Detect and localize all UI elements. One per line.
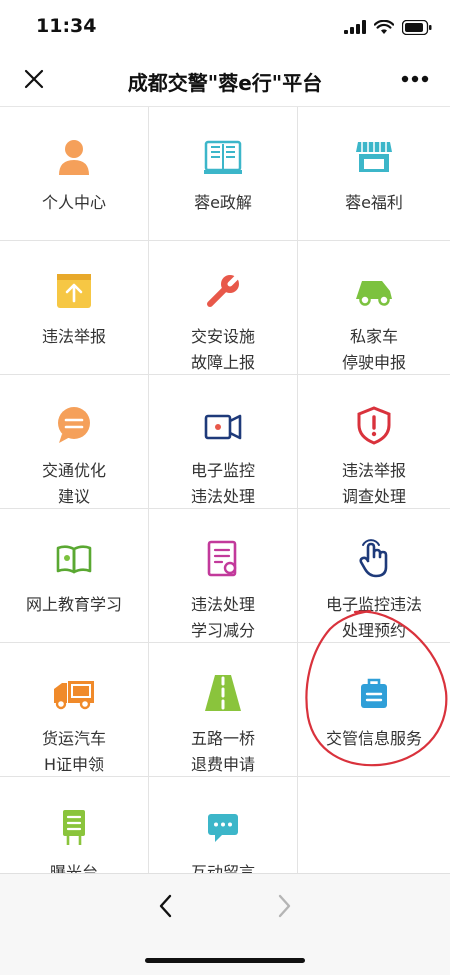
- grid-item-private-car[interactable]: 私家车 停驶申报: [298, 241, 450, 375]
- grid-item-label-2: 停驶申报: [341, 353, 406, 372]
- grid-item-label-2: 处理预约: [341, 621, 406, 640]
- grid-item-label: 五路一桥: [190, 729, 255, 748]
- grid-item-facility-fault[interactable]: 交安设施 故障上报: [149, 241, 298, 375]
- grid-item-label: 违法举报: [41, 327, 106, 346]
- camera-icon: [201, 403, 245, 447]
- grid-item-welfare[interactable]: 蓉e福利: [298, 107, 450, 241]
- bottom-toolbar: [0, 873, 450, 975]
- grid-item-report-investigation[interactable]: 违法举报 调查处理: [298, 375, 450, 509]
- grid-item-personal-center[interactable]: 个人中心: [0, 107, 149, 241]
- grid-item-label: 电子监控: [190, 461, 255, 480]
- hand-pointer-icon: [352, 537, 396, 581]
- truck-icon: [52, 671, 96, 715]
- open-book-icon: [201, 135, 245, 179]
- grid-item-label: 个人中心: [41, 193, 106, 212]
- signal-icon: [344, 20, 366, 34]
- reading-book-icon: [52, 537, 96, 581]
- chat-bubble-icon: [52, 403, 96, 447]
- road-icon: [201, 671, 245, 715]
- shop-icon: [352, 135, 396, 179]
- more-button[interactable]: [398, 65, 432, 93]
- grid-item-toll-refund[interactable]: 五路一桥 退费申请: [149, 643, 298, 777]
- service-grid: 个人中心 蓉e政解 蓉e福利 违法举报 交安设施 故障上报 私家车 停驶申报 交…: [0, 107, 450, 873]
- grid-item-label: 私家车: [349, 327, 398, 346]
- briefcase-icon: [352, 671, 396, 715]
- battery-icon: [402, 19, 432, 35]
- grid-item-label: 网上教育学习: [25, 595, 122, 614]
- grid-item-label-2: 建议: [57, 487, 90, 506]
- grid-item-label-2: 违法处理: [190, 487, 255, 506]
- nav-bar: 成都交警"蓉e行"平台: [0, 52, 450, 107]
- status-bar: 11:34: [0, 0, 450, 52]
- grid-item-study-points[interactable]: 违法处理 学习减分: [149, 509, 298, 643]
- wrench-icon: [201, 269, 245, 313]
- grid-item-camera-appointment[interactable]: 电子监控违法 处理预约: [298, 509, 450, 643]
- message-icon: [201, 805, 245, 849]
- wifi-icon: [374, 19, 394, 34]
- grid-item-label: 蓉e政解: [194, 193, 252, 212]
- grid-item-label: 交通优化: [41, 461, 106, 480]
- grid-item-label-2: 学习减分: [190, 621, 255, 640]
- grid-item-label: 违法举报: [341, 461, 406, 480]
- grid-item-label-2: 故障上报: [190, 353, 255, 372]
- grid-item-label: 蓉e福利: [345, 193, 403, 212]
- back-button[interactable]: [150, 890, 182, 922]
- grid-item-label-2: 调查处理: [341, 487, 406, 506]
- grid-item-label: 电子监控违法: [325, 595, 422, 614]
- grid-item-label: 违法处理: [190, 595, 255, 614]
- billboard-icon: [52, 805, 96, 849]
- grid-item-exposure[interactable]: 曝光台: [0, 777, 149, 873]
- certificate-icon: [201, 537, 245, 581]
- grid-item-label: 交管信息服务: [325, 729, 422, 748]
- forward-button[interactable]: [268, 890, 300, 922]
- status-time: 11:34: [36, 15, 97, 37]
- grid-item-label: 货运汽车: [41, 729, 106, 748]
- grid-item-label-2: H证申领: [43, 755, 105, 774]
- grid-item-violation-report[interactable]: 违法举报: [0, 241, 149, 375]
- upload-box-icon: [52, 269, 96, 313]
- status-icons: [344, 18, 432, 36]
- chevron-right-icon: [278, 894, 291, 918]
- home-indicator[interactable]: [145, 958, 305, 963]
- shield-alert-icon: [352, 403, 396, 447]
- grid-item-label: 互动留言: [190, 863, 255, 873]
- car-icon: [352, 269, 396, 313]
- service-grid-container: 个人中心 蓉e政解 蓉e福利 违法举报 交安设施 故障上报 私家车 停驶申报 交…: [0, 107, 450, 873]
- grid-item-info-service[interactable]: 交管信息服务: [298, 643, 450, 777]
- grid-item-traffic-suggestion[interactable]: 交通优化 建议: [0, 375, 149, 509]
- page-title: 成都交警"蓉e行"平台: [127, 71, 323, 95]
- grid-item-label-2: 退费申请: [190, 755, 255, 774]
- grid-item-online-education[interactable]: 网上教育学习: [0, 509, 149, 643]
- grid-item-policy[interactable]: 蓉e政解: [149, 107, 298, 241]
- chevron-left-icon: [159, 894, 172, 918]
- grid-item-empty: [298, 777, 450, 873]
- more-icon: [401, 75, 429, 83]
- grid-item-truck-permit[interactable]: 货运汽车 H证申领: [0, 643, 149, 777]
- grid-item-label: 交安设施: [190, 327, 255, 346]
- person-icon: [52, 135, 96, 179]
- grid-item-label: 曝光台: [49, 863, 98, 873]
- grid-item-interactive-message[interactable]: 互动留言: [149, 777, 298, 873]
- grid-item-camera-violation[interactable]: 电子监控 违法处理: [149, 375, 298, 509]
